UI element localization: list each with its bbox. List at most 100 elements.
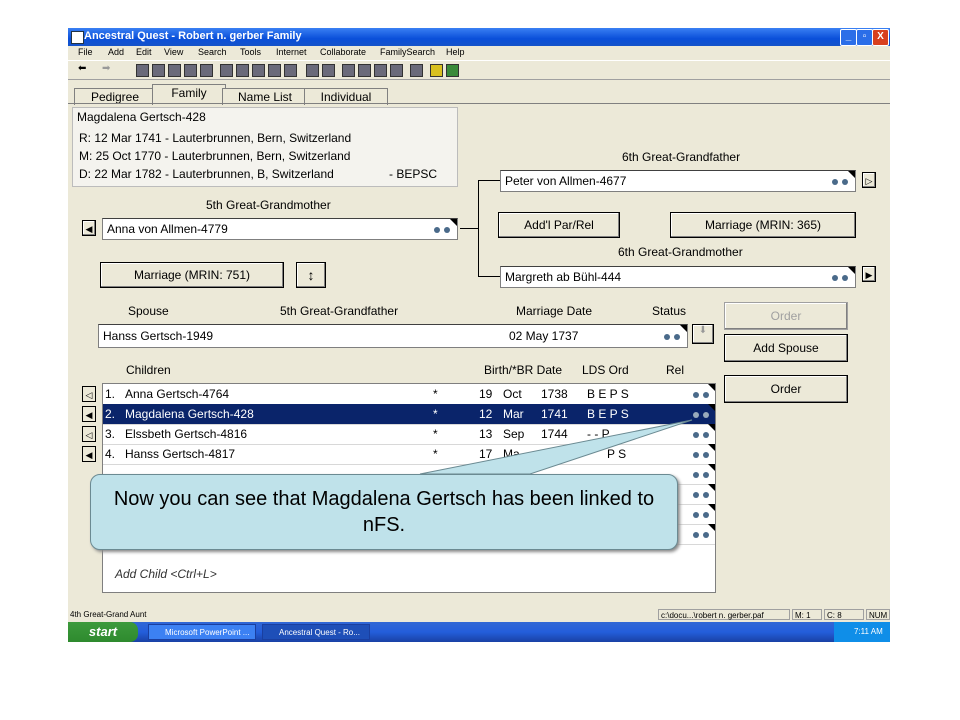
- status-children: C: 8: [824, 609, 864, 620]
- chart-icon[interactable]: [220, 64, 233, 77]
- status-bar: 4th Great-Grand Aunt c:\docu...\robert n…: [68, 608, 890, 622]
- menu-file[interactable]: File: [78, 47, 93, 57]
- sources-icon[interactable]: [322, 64, 335, 77]
- tab-family[interactable]: Family: [152, 84, 226, 105]
- edit-icon[interactable]: [374, 64, 387, 77]
- corner-marker: [708, 484, 715, 491]
- back-arrow-icon[interactable]: ⬅: [78, 63, 86, 74]
- order-children-button[interactable]: Order: [724, 375, 848, 403]
- menu-bar: File Add Edit View Search Tools Internet…: [68, 46, 890, 60]
- start-button[interactable]: start: [68, 622, 138, 642]
- tab-bar: Pedigree Family Name List Individual: [68, 84, 890, 105]
- mother-left-arrow-button[interactable]: ◀: [82, 220, 96, 236]
- familysearch-icon[interactable]: [446, 64, 459, 77]
- spouse-relation-label: 5th Great-Grandfather: [280, 304, 399, 318]
- merge-icon[interactable]: [410, 64, 423, 77]
- link-icon: [693, 510, 713, 520]
- menu-internet[interactable]: Internet: [276, 47, 307, 57]
- order-spouse-button[interactable]: Order: [724, 302, 848, 330]
- child-number: 4.: [105, 447, 116, 461]
- family-icon[interactable]: [252, 64, 265, 77]
- open-icon[interactable]: [136, 64, 149, 77]
- star-icon[interactable]: [430, 64, 443, 77]
- printer-icon[interactable]: [184, 64, 197, 77]
- forward-arrow-icon[interactable]: ➡: [102, 63, 110, 74]
- menu-edit[interactable]: Edit: [136, 47, 152, 57]
- status-file-path: c:\docu...\robert n. gerber.paf: [658, 609, 790, 620]
- child-number: 1.: [105, 387, 116, 401]
- father-right-arrow-button[interactable]: ▷: [862, 172, 876, 188]
- home-icon[interactable]: [390, 64, 403, 77]
- child-lds: B E P S: [587, 387, 629, 401]
- minimize-button[interactable]: _: [840, 29, 857, 46]
- grandmother-field[interactable]: Margreth ab Bühl-444: [500, 266, 856, 288]
- menu-search[interactable]: Search: [198, 47, 227, 57]
- taskbar-powerpoint[interactable]: Microsoft PowerPoint ...: [148, 624, 256, 640]
- taskbar: start Microsoft PowerPoint ... Ancestral…: [68, 622, 890, 642]
- father-field[interactable]: Peter von Allmen-4677: [500, 170, 856, 192]
- report-icon[interactable]: [236, 64, 249, 77]
- notes-icon[interactable]: [306, 64, 319, 77]
- search-icon[interactable]: [358, 64, 371, 77]
- link-icon: [693, 490, 713, 500]
- father-name: Peter von Allmen-4677: [505, 174, 627, 188]
- corner-marker: [708, 384, 715, 391]
- add-spouse-button[interactable]: Add Spouse: [724, 334, 848, 362]
- child-left-arrow-button[interactable]: ◀: [82, 406, 96, 422]
- ordinance-status: - BEPSC: [389, 167, 438, 181]
- grandmother-relation-label: 6th Great-Grandmother: [618, 245, 743, 259]
- add-child-row[interactable]: Add Child <Ctrl+L>: [103, 564, 715, 584]
- clock: 7:11 AM: [854, 627, 883, 636]
- menu-help[interactable]: Help: [446, 47, 465, 57]
- status-numlock: NUM: [866, 609, 890, 620]
- corner-marker: [708, 424, 715, 431]
- menu-familysearch[interactable]: FamilySearch: [380, 47, 435, 57]
- child-left-arrow-button[interactable]: ◀: [82, 446, 96, 462]
- addl-par-rel-button[interactable]: Add'l Par/Rel: [498, 212, 620, 238]
- status-relationship: 4th Great-Grand Aunt: [70, 610, 147, 619]
- child-star: *: [433, 387, 438, 401]
- connector-line: [478, 180, 479, 276]
- menu-add[interactable]: Add: [108, 47, 124, 57]
- mother-marriage-button[interactable]: Marriage (MRIN: 751): [100, 262, 284, 288]
- child-left-arrow-button[interactable]: ◁: [82, 386, 96, 402]
- system-tray: 7:11 AM: [834, 622, 890, 642]
- pedigree-icon[interactable]: [284, 64, 297, 77]
- link-icon: [832, 177, 852, 187]
- status-marriages: M: 1: [792, 609, 822, 620]
- book-icon[interactable]: [200, 64, 213, 77]
- status-label: Status: [652, 304, 687, 318]
- event-marriage: M: 25 Oct 1770 - Lauterbrunnen, Bern, Sw…: [79, 149, 351, 163]
- menu-tools[interactable]: Tools: [240, 47, 261, 57]
- spouse-name: Hanss Gertsch-1949: [103, 329, 214, 343]
- link-icon: [832, 273, 852, 283]
- individual-name: Magdalena Gertsch-428: [77, 110, 206, 124]
- add-child-label: Add Child <Ctrl+L>: [115, 567, 217, 581]
- children-header-label: Children: [126, 363, 171, 377]
- grandmother-name: Margreth ab Bühl-444: [505, 270, 622, 284]
- corner-marker: [708, 404, 715, 411]
- grandmother-right-arrow-button[interactable]: ▶: [862, 266, 876, 282]
- rel-header: Rel: [666, 363, 685, 377]
- menu-collaborate[interactable]: Collaborate: [320, 47, 366, 57]
- taskbar-ancestral-quest[interactable]: Ancestral Quest - Ro...: [262, 624, 370, 640]
- maximize-button[interactable]: ▫: [856, 29, 873, 46]
- window-title: Ancestral Quest - Robert n. gerber Famil…: [84, 30, 302, 42]
- parents-marriage-button[interactable]: Marriage (MRIN: 365): [670, 212, 856, 238]
- mother-field[interactable]: Anna von Allmen-4779: [102, 218, 458, 240]
- father-relation-label: 6th Great-Grandfather: [622, 150, 741, 164]
- spouse-field[interactable]: Hanss Gertsch-1949 02 May 1737: [98, 324, 688, 348]
- marriage-date-label: Marriage Date: [516, 304, 593, 318]
- binoculars-icon[interactable]: [342, 64, 355, 77]
- save-icon[interactable]: [152, 64, 165, 77]
- child-left-arrow-button[interactable]: ◁: [82, 426, 96, 442]
- close-button[interactable]: X: [872, 29, 889, 46]
- swap-arrow-button[interactable]: ↕: [296, 262, 326, 288]
- table-row[interactable]: 1. Anna Gertsch-4764 * 19 Oct 1738 B E P…: [103, 384, 715, 405]
- group-icon[interactable]: [268, 64, 281, 77]
- link-icon: [693, 390, 713, 400]
- print-icon[interactable]: [168, 64, 181, 77]
- menu-view[interactable]: View: [164, 47, 183, 57]
- corner-marker: [450, 219, 457, 226]
- status-dropdown-button[interactable]: ⬇: [692, 324, 714, 344]
